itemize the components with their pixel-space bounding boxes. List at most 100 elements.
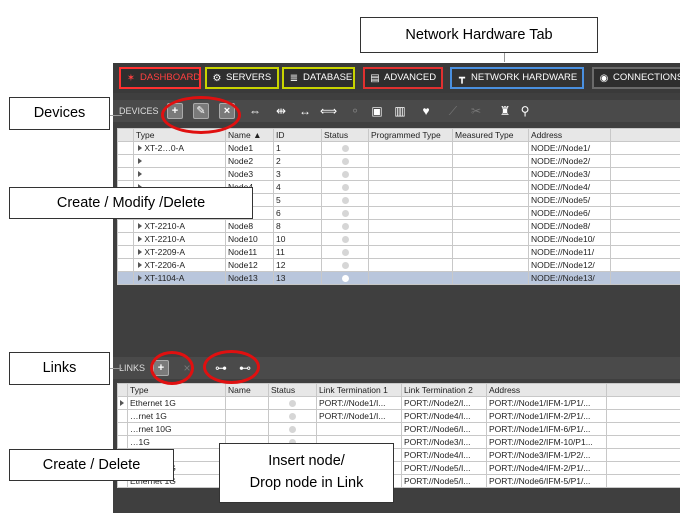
id-cell: 10	[273, 232, 322, 246]
programmed-type-cell	[368, 245, 453, 259]
table-row[interactable]: Ethernet 1G PORT://Node1/I... PORT://Node2…	[117, 396, 680, 410]
row-selector[interactable]	[117, 245, 134, 259]
row-selector[interactable]	[117, 258, 134, 272]
link-termination-1-cell: PORT://Node1/I...	[316, 409, 402, 423]
address-cell: NODE://Node5/	[528, 193, 611, 207]
address-cell: PORT://Node1/IFM-6/P1/...	[486, 422, 607, 436]
expand-row-icon[interactable]	[138, 158, 142, 164]
row-selector[interactable]	[117, 435, 128, 449]
column-header-programmed-type[interactable]: Programmed Type	[368, 128, 453, 142]
table-row[interactable]: …1GPORT://Node4/I...PORT://Node3/IFM-1/P…	[117, 448, 680, 462]
address-cell: NODE://Node4/	[528, 180, 611, 194]
filler-cell	[606, 474, 680, 488]
row-selector[interactable]	[117, 422, 128, 436]
table-row[interactable]: XT-1104-A Node13 13 NODE://Node13/	[117, 271, 680, 285]
measured-type-cell	[452, 219, 529, 233]
table-row[interactable]: XT-2206-A Node12 12 NODE://Node12/	[117, 258, 680, 272]
type-cell: XT-2210-A	[133, 219, 226, 233]
row-selector-header	[117, 128, 134, 142]
table-row[interactable]: …1G PORT://Node3/I... PORT://Node2/IFM-10/…	[117, 435, 680, 449]
type-cell	[133, 154, 226, 168]
expand-row-icon[interactable]	[138, 275, 142, 281]
table-row[interactable]: Ethernet 1G PORT://Node5/I... PORT://Node6…	[117, 474, 680, 488]
expand-horizontal-icon[interactable]: ⇔	[247, 103, 263, 119]
copy-icon[interactable]: ▣	[369, 103, 385, 119]
status-indicator-icon	[289, 426, 296, 433]
column-header-status[interactable]: Status	[268, 383, 317, 397]
type-cell: Ethernet 1G	[127, 396, 226, 410]
links-table-body: Ethernet 1G PORT://Node1/I... PORT://Node2…	[117, 396, 680, 488]
address-cell: PORT://Node1/IFM-1/P1/...	[486, 396, 607, 410]
heart-dropdown-icon[interactable]: ♥	[418, 103, 434, 119]
address-cell: PORT://Node3/IFM-1/P2/...	[486, 448, 607, 462]
table-row[interactable]: XT-2210-A Node10 10 NODE://Node10/	[117, 232, 680, 246]
filler-cell	[610, 180, 680, 194]
globe-pin-icon[interactable]: ⚲	[517, 103, 533, 119]
list-dropdown-icon[interactable]: ▥	[392, 103, 408, 119]
expand-row-icon[interactable]	[138, 249, 142, 255]
row-selector[interactable]	[117, 154, 134, 168]
column-header-name-label: Name	[228, 130, 251, 140]
status-indicator-icon	[341, 210, 349, 217]
column-header-address[interactable]: Address	[528, 128, 611, 142]
link-termination-2-cell: PORT://Node5/I...	[401, 474, 487, 488]
column-header-measured-type[interactable]: Measured Type	[452, 128, 529, 142]
table-row[interactable]: Ethernet 1GPORT://Node5/I...PORT://Node4…	[117, 461, 680, 475]
name-cell	[225, 409, 269, 423]
status-indicator-icon	[341, 262, 349, 269]
cable-cut-icon[interactable]: ✂	[468, 103, 484, 119]
table-row[interactable]: XT-2209-A Node11 11 NODE://Node11/	[117, 245, 680, 259]
address-cell: PORT://Node4/IFM-2/P1/...	[486, 461, 607, 475]
expand-row-icon[interactable]	[138, 236, 142, 242]
programmed-type-cell	[368, 167, 453, 181]
address-cell: PORT://Node6/IFM-5/P1/...	[486, 474, 607, 488]
fork-icon[interactable]: ⚬	[347, 103, 363, 119]
id-cell: 8	[273, 219, 322, 233]
address-cell: NODE://Node13/	[528, 271, 611, 285]
expand-row-icon[interactable]	[138, 262, 142, 268]
row-selector[interactable]	[117, 219, 134, 233]
column-header-id[interactable]: ID	[273, 128, 322, 142]
column-header-type[interactable]: Type	[127, 383, 226, 397]
tab-connections[interactable]: ◉ CONNECTIONS	[592, 67, 680, 89]
status-cell	[321, 219, 369, 233]
row-selector-header	[117, 383, 128, 397]
callout-links: Links	[9, 352, 110, 385]
table-row[interactable]: …rnet 1G PORT://Node1/I... PORT://Node4/I.…	[117, 409, 680, 423]
column-header-name[interactable]: Name	[225, 383, 269, 397]
link-termination-2-cell: PORT://Node4/I...	[401, 448, 487, 462]
expand-row-icon[interactable]	[138, 223, 142, 229]
tab-network-hardware[interactable]: ┳ NETWORK HARDWARE	[450, 67, 584, 89]
row-selector[interactable]	[117, 409, 128, 423]
binoculars-icon[interactable]: ♜	[497, 103, 513, 119]
tab-dashboard[interactable]: ✶ DASHBOARD	[119, 67, 201, 89]
tab-advanced[interactable]: ▤ ADVANCED	[363, 67, 443, 89]
row-selector[interactable]	[117, 167, 134, 181]
arrows-inward-icon[interactable]: ↔	[297, 103, 313, 119]
row-selector[interactable]	[117, 141, 134, 155]
tab-database[interactable]: ≣ DATABASE	[282, 67, 355, 89]
column-header-link-termination-2[interactable]: Link Termination 2	[401, 383, 487, 397]
address-cell: NODE://Node3/	[528, 167, 611, 181]
column-header-status[interactable]: Status	[321, 128, 369, 142]
table-row[interactable]: …rnet 10G PORT://Node6/I... PORT://Node1/I…	[117, 422, 680, 436]
id-cell: 13	[273, 271, 322, 285]
collapse-horizontal-icon[interactable]: ⇹	[273, 103, 289, 119]
table-row[interactable]: XT-2…0-A Node1 1 NODE://Node1/	[117, 141, 680, 155]
cable-icon[interactable]: ⟋	[445, 103, 461, 119]
expand-row-icon[interactable]	[138, 171, 142, 177]
column-header-name[interactable]: Name ▲	[225, 128, 274, 142]
row-selector[interactable]	[117, 396, 128, 410]
arrows-outward-icon[interactable]: ⟺	[320, 103, 337, 119]
table-row[interactable]: Node2 2 NODE://Node2/	[117, 154, 680, 168]
row-selector[interactable]	[117, 271, 134, 285]
row-selector[interactable]	[117, 232, 134, 246]
type-cell: …rnet 1G	[127, 409, 226, 423]
table-row[interactable]: Node3 3 NODE://Node3/	[117, 167, 680, 181]
table-row[interactable]: XT-2210-A Node8 8 NODE://Node8/	[117, 219, 680, 233]
column-header-address[interactable]: Address	[486, 383, 607, 397]
tab-servers[interactable]: ⚙ SERVERS	[205, 67, 279, 89]
callout-create-delete: Create / Delete	[9, 449, 174, 481]
expand-row-icon[interactable]	[138, 145, 142, 151]
column-header-link-termination-1[interactable]: Link Termination 1	[316, 383, 402, 397]
